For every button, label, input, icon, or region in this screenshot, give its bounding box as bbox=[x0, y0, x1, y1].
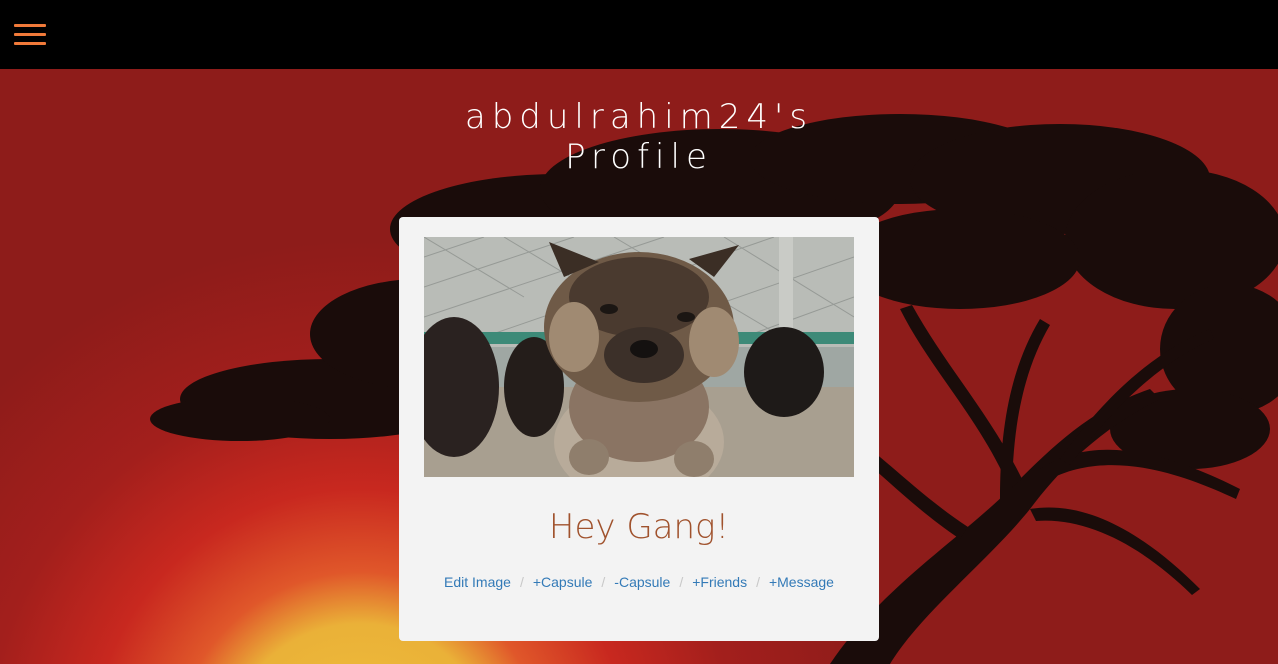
profile-title-username: abdulrahim24's bbox=[464, 97, 814, 137]
remove-capsule-link[interactable]: -Capsule bbox=[614, 574, 670, 590]
page-title: abdulrahim24's Profile bbox=[389, 97, 889, 177]
edit-image-link[interactable]: Edit Image bbox=[444, 574, 511, 590]
hamburger-menu-icon[interactable] bbox=[14, 24, 46, 46]
profile-title-label: Profile bbox=[565, 137, 713, 177]
separator: / bbox=[601, 574, 606, 590]
add-capsule-link[interactable]: +Capsule bbox=[533, 574, 593, 590]
profile-actions: Edit Image / +Capsule / -Capsule / +Friends / +M… bbox=[399, 574, 879, 590]
profile-card: Hey Gang! Edit Image / +Capsule / -Capsule / +… bbox=[399, 217, 879, 641]
message-link[interactable]: +Message bbox=[769, 574, 834, 590]
add-friends-link[interactable]: +Friends bbox=[692, 574, 747, 590]
top-navbar bbox=[0, 0, 1278, 69]
separator: / bbox=[519, 574, 524, 590]
profile-image bbox=[424, 237, 854, 477]
puppy-photo bbox=[424, 237, 854, 477]
separator: / bbox=[756, 574, 760, 590]
separator: / bbox=[679, 574, 684, 590]
profile-status: Hey Gang! bbox=[548, 507, 730, 547]
